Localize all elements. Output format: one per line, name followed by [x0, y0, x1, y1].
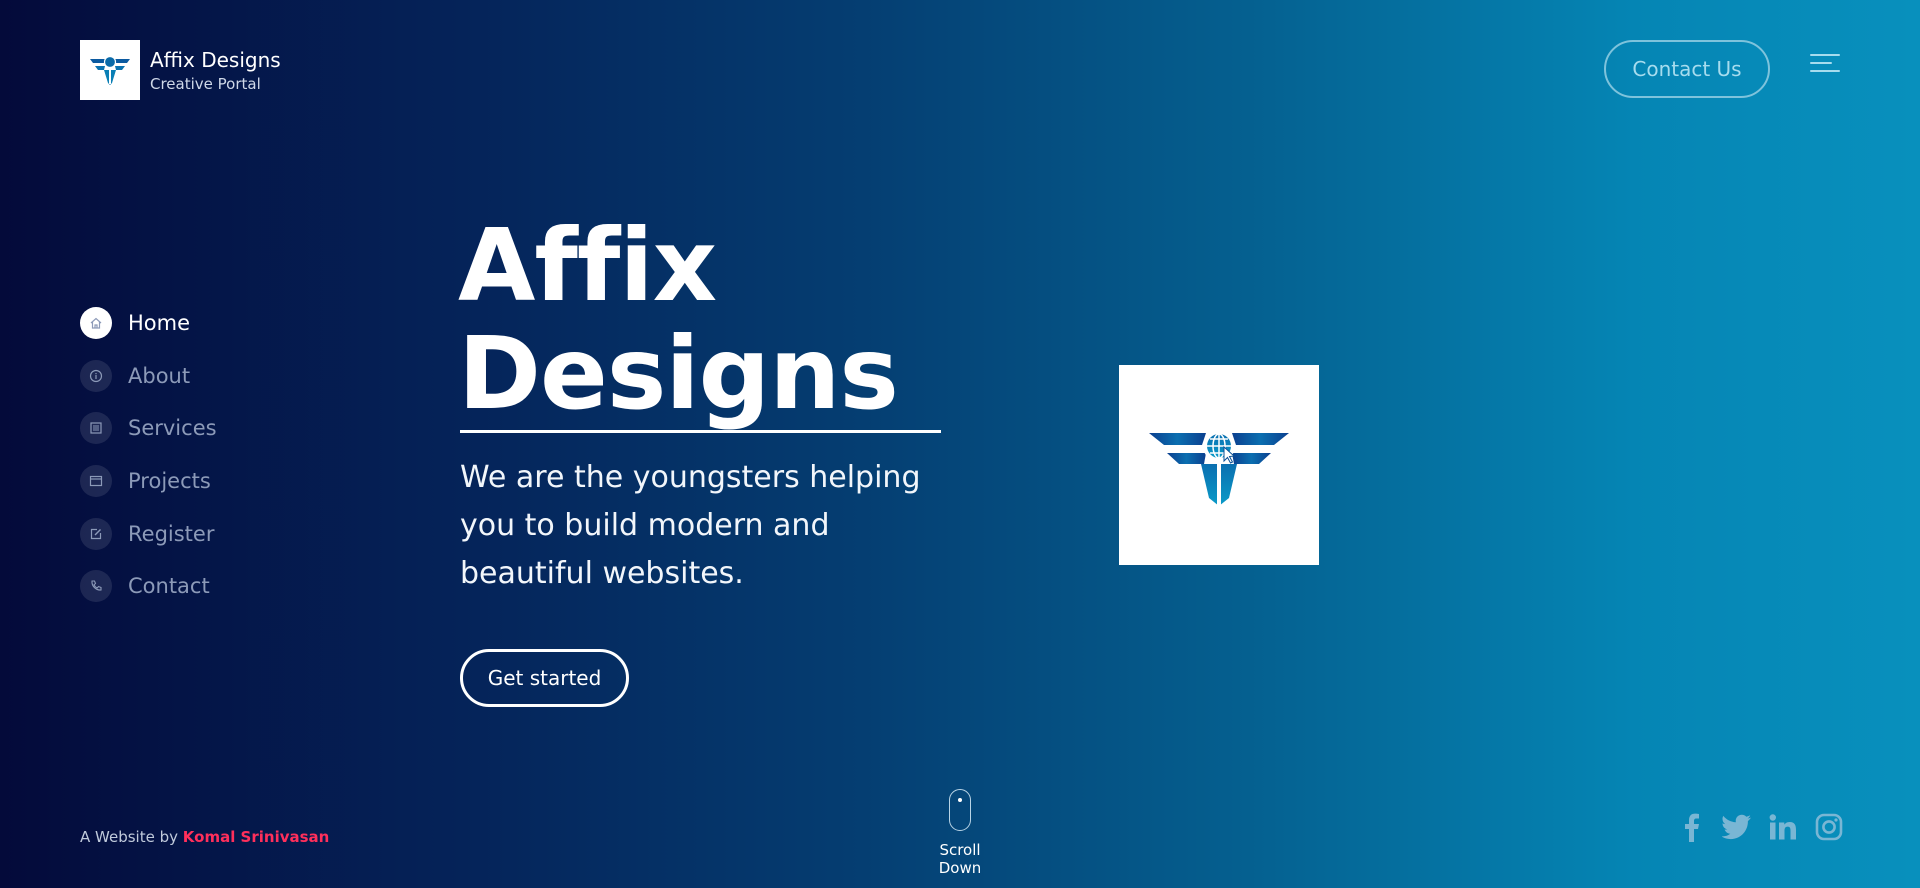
brand[interactable]: Affix Designs Creative Portal: [80, 40, 281, 100]
credit-author-link[interactable]: Komal Srinivasan: [183, 828, 330, 846]
get-started-button[interactable]: Get started: [460, 649, 629, 707]
site-credit: A Website by Komal Srinivasan: [80, 828, 329, 846]
list-icon: [80, 412, 112, 445]
hero-title: Affix Designs: [458, 207, 899, 432]
mouse-scroll-icon: [949, 789, 971, 831]
window-icon: [80, 465, 112, 498]
scroll-down[interactable]: Scroll Down: [916, 789, 1004, 877]
nav-item-about[interactable]: About: [80, 350, 217, 403]
nav-label-register: Register: [128, 521, 215, 546]
nav-item-home[interactable]: Home: [80, 297, 217, 350]
hero-title-line1: Affix: [458, 207, 717, 324]
edit-icon: [80, 517, 112, 550]
nav-item-register[interactable]: Register: [80, 507, 217, 560]
nav-label-about: About: [128, 363, 191, 388]
nav-label-projects: Projects: [128, 469, 211, 494]
credit-prefix: A Website by: [80, 828, 178, 846]
linkedin-icon[interactable]: [1768, 812, 1798, 842]
hero-divider: [460, 430, 941, 433]
hero-logo-image: [1119, 365, 1319, 565]
instagram-icon[interactable]: [1814, 812, 1844, 842]
twitter-icon[interactable]: [1722, 812, 1752, 842]
brand-name: Affix Designs: [150, 47, 281, 72]
nav-item-projects[interactable]: Projects: [80, 455, 217, 508]
nav-item-services[interactable]: Services: [80, 402, 217, 455]
brand-tagline: Creative Portal: [150, 74, 261, 93]
social-links: [1676, 812, 1860, 842]
nav-item-contact[interactable]: Contact: [80, 560, 217, 613]
winged-globe-logo: [1149, 430, 1289, 506]
scroll-down-label: Scroll Down: [938, 841, 982, 877]
contact-us-button[interactable]: Contact Us: [1604, 40, 1770, 98]
nav-label-home: Home: [128, 311, 191, 336]
home-icon: [80, 307, 112, 340]
phone-icon: [80, 570, 112, 603]
hero-title-line2: Designs: [458, 315, 899, 432]
nav-label-contact: Contact: [128, 574, 210, 599]
brand-logo-icon: [80, 40, 140, 100]
facebook-icon[interactable]: [1676, 812, 1706, 842]
side-nav: Home About Services Projects Register Co…: [80, 297, 217, 613]
info-icon: [80, 359, 112, 392]
hamburger-menu-icon[interactable]: [1810, 54, 1842, 76]
hero-subtitle: We are the youngsters helping you to bui…: [460, 460, 921, 591]
nav-label-services: Services: [128, 416, 217, 441]
